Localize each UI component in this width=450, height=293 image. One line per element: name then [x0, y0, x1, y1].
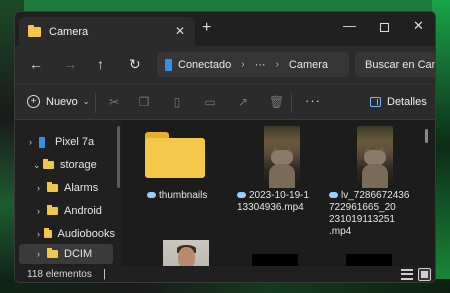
sidebar-item-dcim[interactable]: › DCIM — [19, 244, 113, 264]
navigation-bar: ← → ↑ ↻ Conectado › ··· › Camera Buscar … — [15, 46, 435, 84]
new-tab-button[interactable]: + — [202, 20, 211, 36]
content-scrollbar[interactable] — [425, 129, 428, 143]
folder-icon — [43, 159, 54, 169]
file-explorer-window: Camera ✕ + — ✕ ← → ↑ ↻ Conectado › ··· ›… — [14, 11, 436, 283]
sidebar-item-pixel-7a[interactable]: › Pixel 7a — [29, 132, 115, 152]
tab-camera[interactable]: Camera ✕ — [19, 17, 195, 46]
breadcrumb-more[interactable]: ··· — [255, 59, 266, 71]
title-bar: Camera ✕ + — ✕ — [15, 12, 435, 46]
new-button[interactable]: + Nuevo ⌄ — [27, 95, 90, 108]
folder-icon — [43, 228, 52, 238]
sidebar-item-storage[interactable]: ⌄ storage — [33, 155, 115, 175]
plus-icon: + — [27, 95, 40, 108]
file-grid: thumbnails 2023-10-19-1 13304936.mp4 lv_… — [121, 120, 435, 280]
status-bar: 118 elementos | — [15, 266, 435, 282]
folder-icon — [47, 205, 58, 215]
cloud-icon — [329, 192, 338, 199]
breadcrumb-separator: › — [241, 59, 245, 70]
sidebar-item-android[interactable]: › Android — [37, 201, 115, 221]
paste-icon[interactable]: ▯ — [170, 95, 184, 109]
chevron-down-icon: ⌄ — [82, 97, 90, 106]
phone-icon — [39, 136, 45, 148]
new-label: Nuevo — [46, 95, 78, 108]
chevron-right-icon[interactable]: › — [37, 206, 47, 216]
chevron-right-icon[interactable]: › — [37, 229, 44, 239]
minimize-button[interactable]: — — [343, 18, 356, 33]
back-button[interactable]: ← — [29, 57, 43, 71]
folder-icon — [47, 182, 58, 192]
address-bar[interactable]: Conectado › ··· › Camera — [157, 52, 349, 77]
sidebar-scrollbar[interactable] — [117, 126, 120, 188]
forward-button[interactable]: → — [63, 57, 77, 71]
details-label: Detalles — [387, 96, 427, 108]
folder-icon — [145, 132, 205, 178]
chevron-right-icon[interactable]: › — [29, 137, 39, 147]
more-options-button[interactable]: ··· — [305, 93, 321, 108]
breadcrumb-camera[interactable]: Camera — [289, 59, 328, 71]
content-area: › Pixel 7a ⌄ storage › Alarms › Android … — [15, 120, 435, 280]
rename-icon[interactable]: ▭ — [203, 95, 217, 109]
item-count: 118 elementos — [27, 269, 92, 280]
maximize-button[interactable] — [380, 23, 389, 32]
folder-icon — [28, 24, 41, 37]
details-pane-icon — [370, 97, 381, 107]
command-bar: + Nuevo ⌄ ✂ ❐ ▯ ▭ ↗ 🗑 ··· Detalles — [15, 84, 435, 120]
toolbar-divider — [291, 93, 292, 113]
sidebar-item-alarms[interactable]: › Alarms — [37, 178, 115, 198]
chevron-right-icon[interactable]: › — [37, 183, 47, 193]
folder-icon — [47, 248, 58, 258]
cloud-icon — [147, 192, 156, 199]
breadcrumb-separator: › — [275, 59, 279, 70]
sidebar-item-label: Pixel 7a — [55, 136, 95, 148]
phone-icon — [165, 58, 172, 71]
navigation-pane: › Pixel 7a ⌄ storage › Alarms › Android … — [15, 120, 121, 266]
sidebar-item-audiobooks[interactable]: › Audiobooks — [37, 224, 115, 244]
video-thumbnail — [264, 126, 300, 188]
sidebar-item-label: DCIM — [64, 248, 93, 260]
delete-icon[interactable]: 🗑 — [269, 95, 284, 109]
share-icon[interactable]: ↗ — [236, 95, 250, 109]
refresh-button[interactable]: ↻ — [129, 57, 141, 71]
cut-icon[interactable]: ✂ — [107, 95, 121, 109]
large-icons-view-icon[interactable] — [418, 268, 431, 281]
file-name: lv_7286672436 722961665_20 231019113251 … — [329, 190, 410, 237]
status-divider: | — [103, 268, 106, 280]
chevron-down-icon[interactable]: ⌄ — [33, 160, 43, 171]
sidebar-item-label: Alarms — [64, 182, 99, 194]
sidebar-item-label: storage — [60, 159, 97, 171]
file-name: thumbnails — [147, 190, 207, 202]
search-input[interactable]: Buscar en Camera — [355, 52, 435, 77]
sidebar-item-label: Android — [64, 205, 102, 217]
chevron-right-icon[interactable]: › — [37, 249, 47, 259]
up-button[interactable]: ↑ — [97, 57, 104, 71]
tab-label: Camera — [49, 25, 89, 38]
close-window-button[interactable]: ✕ — [413, 18, 424, 34]
toolbar-divider — [95, 93, 96, 113]
sidebar-item-label: Audiobooks — [57, 228, 116, 240]
file-name: 2023-10-19-1 13304936.mp4 — [237, 190, 310, 213]
details-button[interactable]: Detalles — [370, 96, 427, 108]
breadcrumb-conectado[interactable]: Conectado — [178, 59, 231, 71]
details-view-icon[interactable] — [401, 269, 413, 280]
tab-close-icon[interactable]: ✕ — [175, 24, 185, 38]
video-thumbnail — [357, 126, 393, 188]
cloud-icon — [237, 192, 246, 199]
copy-icon[interactable]: ❐ — [137, 95, 151, 109]
